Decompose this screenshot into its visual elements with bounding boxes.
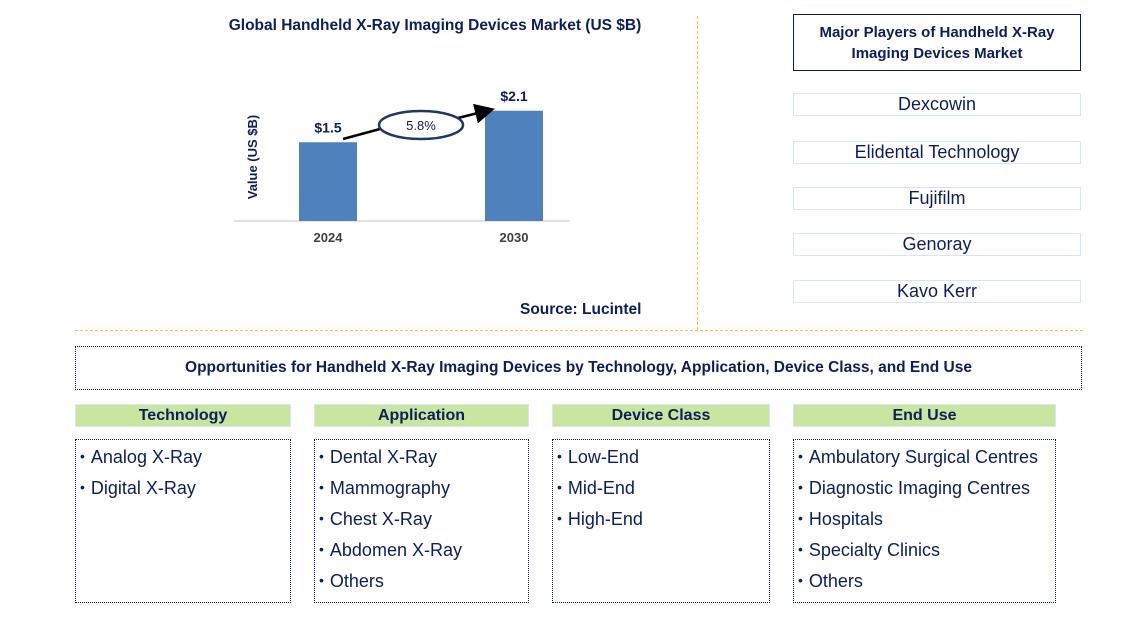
bar-2030 xyxy=(485,110,543,221)
player-item: Fujifilm xyxy=(793,187,1081,210)
segment-item: Abdomen X-Ray xyxy=(319,535,528,566)
segment-item: Hospitals xyxy=(798,504,1055,535)
segment-list-device-class: Low-End Mid-End High-End xyxy=(552,439,770,603)
bar-2024 xyxy=(299,142,357,221)
player-item: Kavo Kerr xyxy=(793,280,1081,303)
cagr-arrow-left xyxy=(342,127,381,141)
segment-heading-end-use: End Use xyxy=(793,404,1056,427)
player-item: Elidental Technology xyxy=(793,141,1081,164)
segment-item: Ambulatory Surgical Centres xyxy=(798,442,1055,473)
segment-item: Mammography xyxy=(319,473,528,504)
segment-item: High-End xyxy=(557,504,769,535)
segment-list-technology: Analog X-Ray Digital X-Ray xyxy=(75,439,291,603)
players-title-text: Major Players of Handheld X-Ray Imaging … xyxy=(819,23,1055,62)
segment-heading-application: Application xyxy=(314,404,529,427)
y-axis-label: Value (US $B) xyxy=(245,115,260,200)
source-label: Source: Lucintel xyxy=(520,301,642,318)
segment-item: Specialty Clinics xyxy=(798,535,1055,566)
data-label-2030: $2.1 xyxy=(500,88,527,104)
player-item: Dexcowin xyxy=(793,93,1081,116)
players-title: Major Players of Handheld X-Ray Imaging … xyxy=(793,14,1081,71)
segment-item: Mid-End xyxy=(557,473,769,504)
player-item: Genoray xyxy=(793,233,1081,256)
segment-heading-technology: Technology xyxy=(75,404,291,427)
segment-item: Others xyxy=(319,566,528,597)
horizontal-divider xyxy=(75,330,1083,331)
data-label-2024: $1.5 xyxy=(314,119,341,135)
segment-item: Diagnostic Imaging Centres xyxy=(798,473,1055,504)
segment-heading-device-class: Device Class xyxy=(552,404,770,427)
bar-chart: Value (US $B) $1.5 2024 $2.1 2030 5.8% xyxy=(234,88,570,245)
opportunities-title: Opportunities for Handheld X-Ray Imaging… xyxy=(185,359,972,376)
segment-item: Others xyxy=(798,566,1055,597)
segment-item: Analog X-Ray xyxy=(80,442,290,473)
segment-item: Dental X-Ray xyxy=(319,442,528,473)
segment-item: Digital X-Ray xyxy=(80,473,290,504)
cagr-label: 5.8% xyxy=(406,118,436,133)
segment-list-application: Dental X-Ray Mammography Chest X-Ray Abd… xyxy=(314,439,529,603)
opportunities-banner: Opportunities for Handheld X-Ray Imaging… xyxy=(75,346,1082,390)
chart-title: Global Handheld X-Ray Imaging Devices Ma… xyxy=(228,17,642,34)
x-tick-2024: 2024 xyxy=(314,230,344,245)
x-tick-2030: 2030 xyxy=(500,230,529,245)
segment-item: Low-End xyxy=(557,442,769,473)
segment-list-end-use: Ambulatory Surgical Centres Diagnostic I… xyxy=(793,439,1056,603)
vertical-divider xyxy=(697,16,698,330)
segment-item: Chest X-Ray xyxy=(319,504,528,535)
